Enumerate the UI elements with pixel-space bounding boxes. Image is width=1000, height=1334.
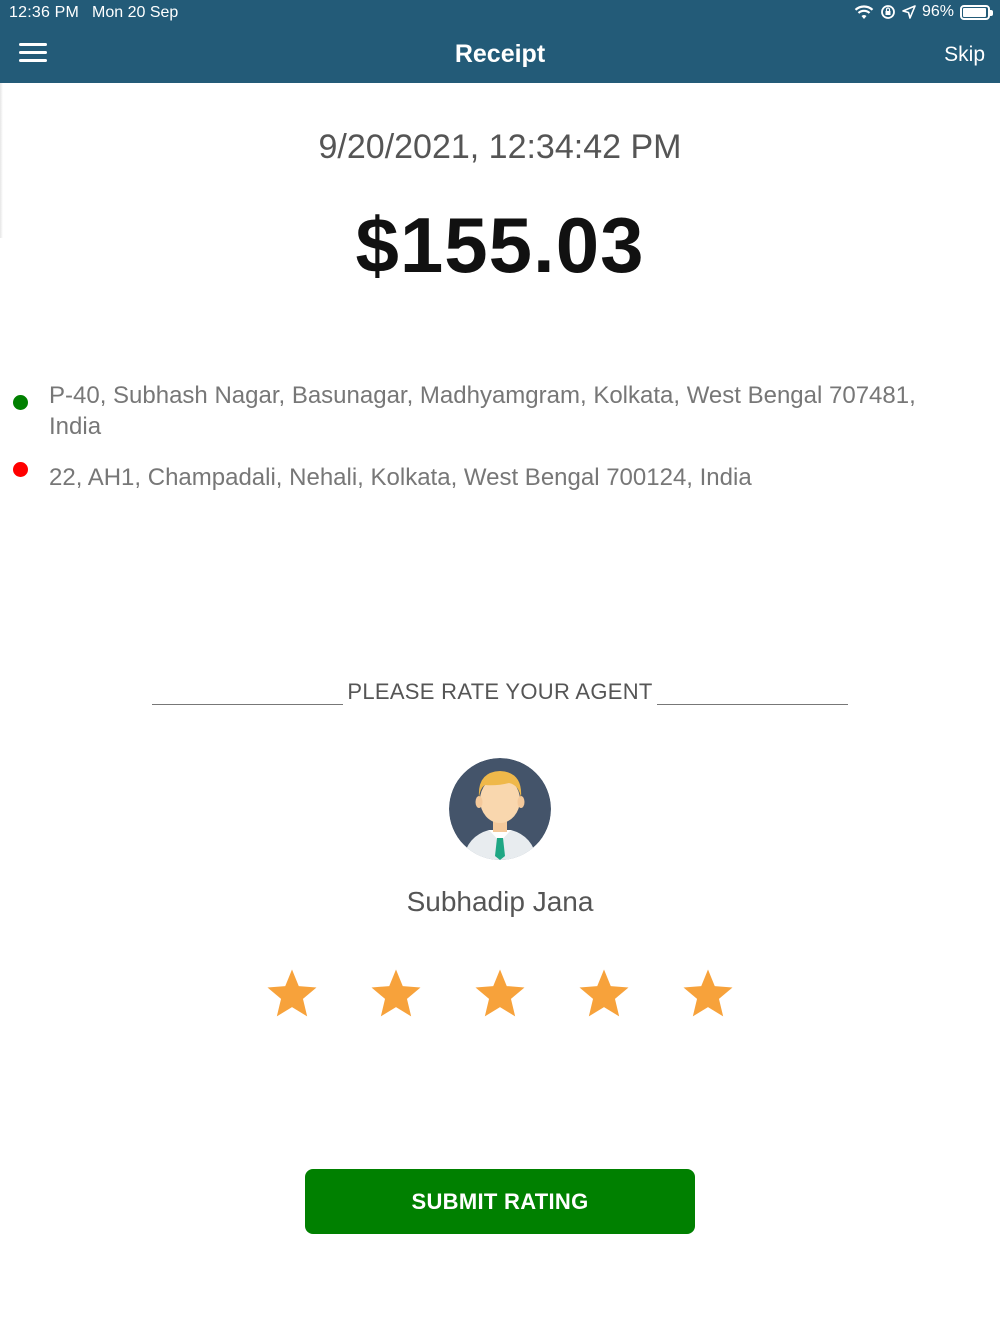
rate-agent-heading: PLEASE RATE YOUR AGENT — [152, 678, 849, 705]
battery-fill — [963, 7, 987, 17]
star-icon-5[interactable] — [680, 966, 736, 1022]
pickup-address: P-40, Subhash Nagar, Basunagar, Madhyamg… — [49, 382, 916, 440]
divider-left — [152, 678, 344, 705]
submit-rating-button[interactable]: SUBMIT RATING — [305, 1169, 695, 1234]
battery-icon — [960, 4, 993, 20]
location-arrow-icon — [902, 5, 916, 19]
status-time: 12:36 PM — [9, 4, 80, 21]
receipt-datetime: 9/20/2021, 12:34:42 PM — [318, 128, 682, 166]
agent-avatar — [449, 758, 551, 860]
agent-name: Subhadip Jana — [406, 886, 594, 917]
dropoff-dot-icon — [13, 462, 28, 477]
star-icon-2[interactable] — [368, 966, 424, 1022]
star-rating — [264, 966, 736, 1022]
battery-percent: 96% — [921, 3, 954, 20]
rate-agent-label: PLEASE RATE YOUR AGENT — [347, 679, 653, 704]
star-icon-3[interactable] — [472, 966, 528, 1022]
wifi-icon — [854, 4, 874, 19]
status-indicators: 96% — [854, 3, 993, 21]
app-header: 12:36 PM Mon 20 Sep 96% Receipt Skip — [0, 0, 1000, 83]
status-date: Mon 20 Sep — [92, 4, 179, 21]
skip-button[interactable]: Skip — [944, 43, 985, 67]
divider-right — [656, 678, 849, 705]
dropoff-address: 22, AH1, Champadali, Nehali, Kolkata, We… — [49, 464, 752, 491]
pickup-dot-icon — [13, 395, 28, 410]
star-icon-4[interactable] — [576, 966, 632, 1022]
orientation-lock-icon — [881, 5, 895, 19]
page-title: Receipt — [454, 40, 546, 68]
star-icon-1[interactable] — [264, 966, 320, 1022]
receipt-amount: $155.03 — [355, 201, 645, 289]
